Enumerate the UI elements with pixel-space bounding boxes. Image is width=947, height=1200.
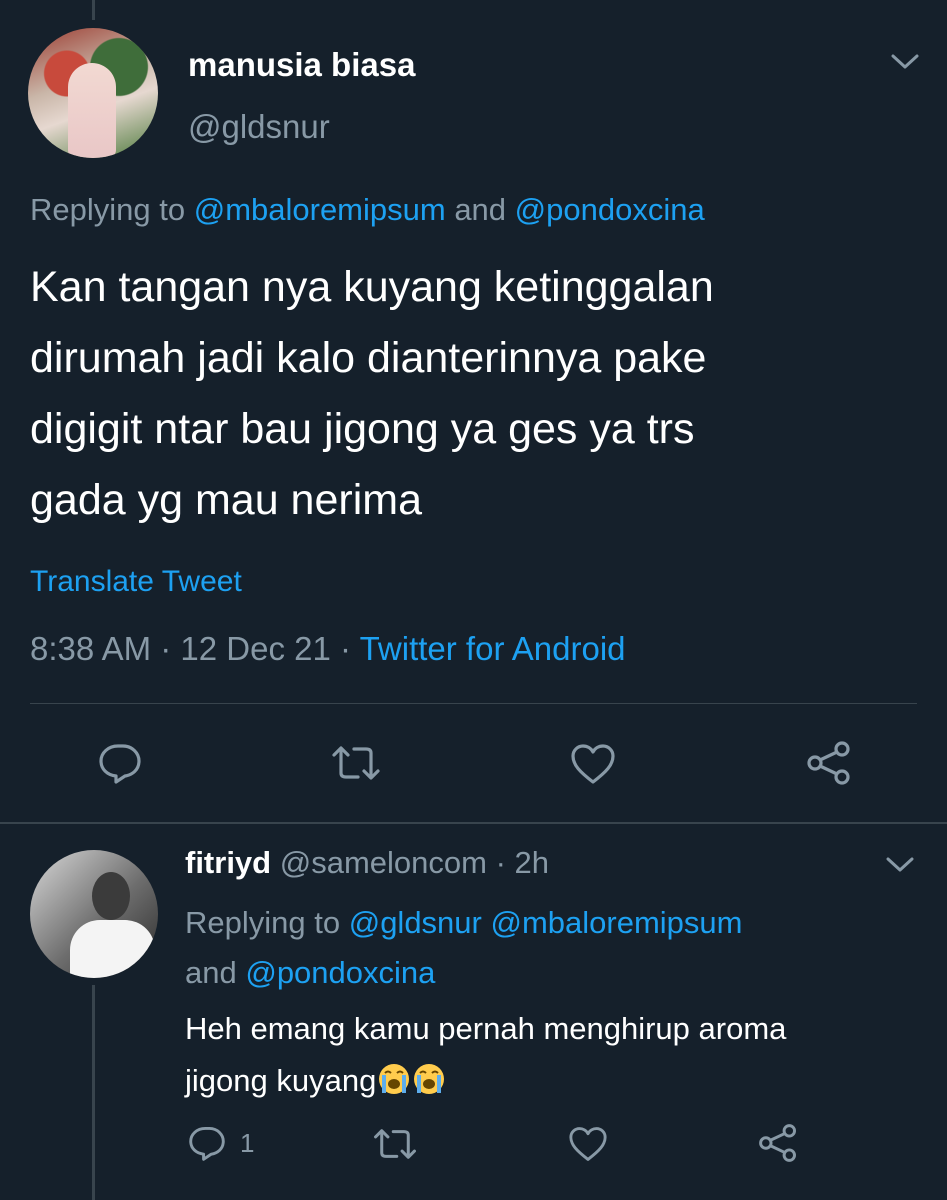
- avatar-shirt: [70, 920, 155, 978]
- like-button[interactable]: [568, 1126, 608, 1162]
- heart-icon: [571, 744, 615, 784]
- retweet-button[interactable]: [330, 745, 382, 781]
- avatar[interactable]: [30, 850, 158, 978]
- avatar[interactable]: [28, 28, 158, 158]
- reply-text: Heh emang kamu pernah menghirup aroma ji…: [185, 1003, 925, 1107]
- reply-icon: [99, 744, 141, 784]
- mention-link[interactable]: @pondoxcina: [515, 192, 705, 227]
- share-icon: [759, 1124, 796, 1162]
- tweet-text-line: dirumah jadi kalo dianterinnya pake: [30, 334, 707, 382]
- retweet-button[interactable]: [372, 1128, 418, 1160]
- replying-and: and: [185, 955, 246, 990]
- reply-count: 1: [240, 1127, 255, 1158]
- tweet-source-link[interactable]: Twitter for Android: [360, 630, 626, 667]
- tweet-text-line: digigit ntar bau jigong ya ges ya trs: [30, 405, 695, 453]
- share-button[interactable]: [805, 740, 853, 786]
- reply-text-segment: jigong kuyang: [185, 1063, 377, 1098]
- heart-icon: [569, 1127, 607, 1161]
- mention-link[interactable]: @mbaloremipsum: [491, 905, 743, 940]
- mention-link[interactable]: @mbaloremipsum: [194, 192, 446, 227]
- reply-icon: [189, 1126, 225, 1161]
- tweet-detail-screen: manusia biasa @gldsnur Replying to @mbal…: [0, 0, 947, 1200]
- thread-line: [92, 985, 95, 1200]
- divider: [30, 703, 917, 704]
- chevron-down-icon[interactable]: [890, 52, 920, 72]
- mention-link[interactable]: @gldsnur: [349, 905, 482, 940]
- display-name[interactable]: manusia biasa: [188, 46, 415, 84]
- reply-text-line-2: jigong kuyang: [185, 1055, 925, 1107]
- meta-separator: ·: [486, 845, 515, 880]
- user-handle[interactable]: @gldsnur: [188, 108, 330, 146]
- avatar-head: [92, 872, 130, 920]
- tweet-text: Kan tangan nya kuyang ketinggalan diruma…: [30, 252, 930, 536]
- section-divider: [0, 822, 947, 824]
- retweet-icon: [374, 1129, 416, 1159]
- chevron-down-icon[interactable]: [885, 855, 915, 875]
- reply-header: fitriyd @sameloncom · 2h: [185, 845, 549, 881]
- replying-to: Replying to @gldsnur @mbaloremipsum and …: [185, 898, 905, 998]
- tweet-date: 12 Dec 21: [180, 630, 331, 667]
- tweet-text-line: Kan tangan nya kuyang ketinggalan: [30, 263, 714, 311]
- share-button[interactable]: [757, 1123, 799, 1163]
- reply-button[interactable]: 1: [188, 1125, 254, 1161]
- retweet-icon: [332, 746, 380, 780]
- reply-display-name[interactable]: fitriyd: [185, 845, 271, 880]
- reply-text-line: Heh emang kamu pernah menghirup aroma: [185, 1011, 787, 1046]
- replying-prefix: Replying to: [185, 905, 349, 940]
- tweet-time: 8:38 AM: [30, 630, 152, 667]
- reply-time: 2h: [514, 845, 550, 880]
- loudly-crying-face-icon: [379, 1064, 410, 1094]
- replying-prefix: Replying to: [30, 192, 194, 227]
- tweet-text-line: gada yg mau nerima: [30, 476, 422, 524]
- share-icon: [807, 741, 850, 785]
- tweet-meta: 8:38 AM · 12 Dec 21 · Twitter for Androi…: [30, 630, 626, 668]
- translate-tweet-link[interactable]: Translate Tweet: [30, 565, 242, 599]
- loudly-crying-face-icon: [414, 1064, 445, 1094]
- reply-user-handle[interactable]: @sameloncom: [280, 845, 487, 880]
- meta-separator: ·: [151, 630, 181, 667]
- replying-to: Replying to @mbaloremipsum and @pondoxci…: [30, 192, 705, 228]
- thread-line: [92, 0, 95, 20]
- avatar-figure: [68, 63, 116, 158]
- mention-link[interactable]: @pondoxcina: [245, 955, 435, 990]
- reply-button[interactable]: [98, 742, 142, 784]
- meta-separator: ·: [330, 630, 360, 667]
- like-button[interactable]: [570, 743, 616, 785]
- replying-and: and: [445, 192, 515, 227]
